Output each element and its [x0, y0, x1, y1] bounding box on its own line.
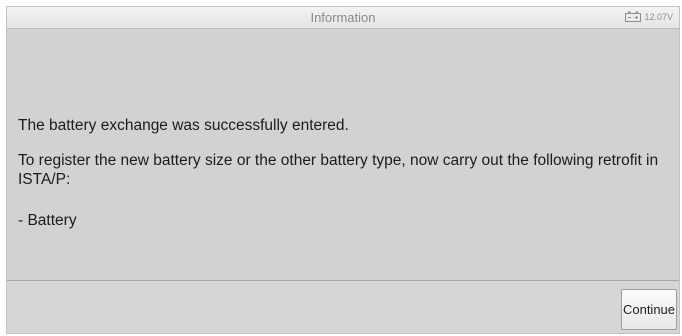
window-title: Information — [310, 10, 376, 25]
message-area: The battery exchange was successfully en… — [7, 29, 679, 280]
dialog-window: Information 12.07V The battery exchange … — [6, 6, 680, 334]
battery-icon — [625, 11, 642, 22]
battery-status: 12.07V — [625, 11, 673, 22]
message-line-item: - Battery — [18, 212, 77, 229]
footer-bar: Continue — [7, 281, 679, 333]
continue-button[interactable]: Continue — [621, 289, 677, 330]
message-line-instruction: To register the new battery size or the … — [18, 152, 659, 188]
voltage-readout: 12.07V — [644, 11, 673, 22]
message-line-confirmation: The battery exchange was successfully en… — [18, 117, 349, 134]
title-bar: Information 12.07V — [7, 7, 679, 29]
